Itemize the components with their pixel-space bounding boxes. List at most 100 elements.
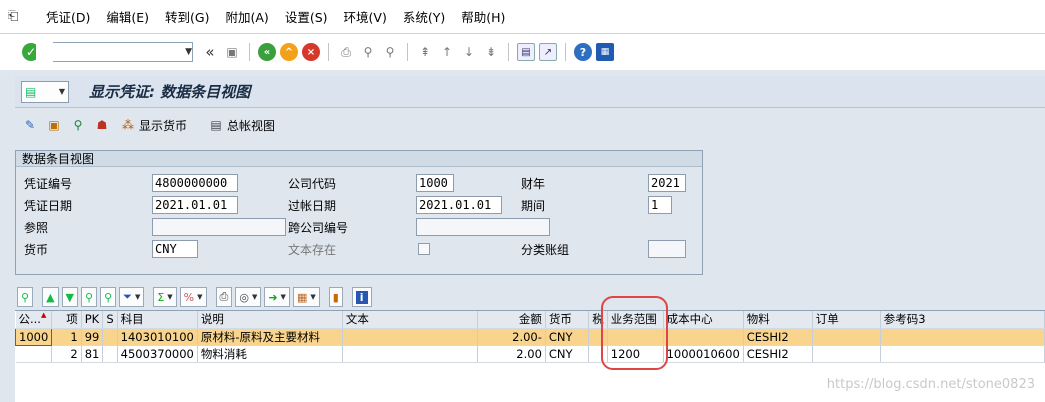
cell-s[interactable] [102, 328, 118, 346]
menu-goto[interactable]: 转到(G) [165, 7, 209, 26]
column-header-text[interactable]: 文本 [342, 311, 478, 329]
column-header-s[interactable]: S [102, 311, 118, 329]
customize-layout-icon[interactable]: ▦ [596, 43, 614, 61]
cell-business-area[interactable] [607, 328, 664, 346]
cell-tax[interactable] [588, 328, 608, 346]
new-session-icon[interactable]: ▤ [517, 43, 535, 61]
doc-date-field[interactable]: 2021.01.01 [152, 196, 238, 214]
doc-number-field[interactable]: 4800000000 [152, 174, 238, 192]
save-icon[interactable]: ▣ [223, 43, 241, 61]
cell-cost-center[interactable]: 1000010600 [663, 345, 744, 363]
column-header-currency[interactable]: 货币 [545, 311, 590, 329]
text-exists-checkbox[interactable] [418, 243, 430, 255]
info-button[interactable]: i [351, 287, 372, 307]
next-page-icon[interactable]: ↓ [460, 43, 478, 61]
column-header-item[interactable]: 项 [51, 311, 82, 329]
cell-amount[interactable]: 2.00- [477, 328, 546, 346]
column-header-ref3[interactable]: 参考码3 [880, 311, 1045, 329]
fiscal-year-field[interactable]: 2021 [648, 174, 686, 192]
cell-cost-center[interactable] [663, 328, 744, 346]
command-input[interactable] [36, 43, 186, 61]
window-menu-icon[interactable]: ⎗ [8, 9, 30, 24]
help-icon[interactable]: ? [574, 43, 592, 61]
command-field[interactable]: ▼ [36, 42, 193, 62]
column-header-company[interactable]: 公...▲ [15, 311, 53, 329]
cell-amount[interactable]: 2.00 [477, 345, 546, 363]
cell-business-area[interactable]: 1200 [607, 345, 664, 363]
display-currency-button[interactable]: ⁂ 显示货币 [119, 116, 187, 134]
last-page-icon[interactable]: ⇟ [482, 43, 500, 61]
company-code-field[interactable]: 1000 [416, 174, 454, 192]
sort-ascending-button[interactable]: ▲ [42, 287, 59, 307]
cell-company[interactable]: 1000 [14, 327, 53, 346]
table-row[interactable]: 1000 1 99 1403010100 原材料-原料及主要材料 2.00- C… [14, 327, 1045, 346]
subtotal-button[interactable]: % ▼ [179, 287, 207, 307]
ledger-group-field[interactable] [648, 240, 686, 258]
find-next-icon[interactable]: ⚲ [381, 43, 399, 61]
print-icon[interactable]: ⎙ [337, 43, 355, 61]
cell-company[interactable] [15, 345, 53, 363]
cell-ref3[interactable] [880, 345, 1045, 363]
cell-pk[interactable]: 81 [81, 345, 104, 363]
column-header-pk[interactable]: PK [81, 311, 104, 329]
cell-pk[interactable]: 99 [81, 328, 104, 346]
filter-button[interactable]: ⏷ ▼ [119, 287, 145, 307]
cell-description[interactable]: 物料消耗 [197, 345, 343, 363]
cross-company-field[interactable] [416, 218, 550, 236]
collapse-icon[interactable]: « [201, 43, 219, 61]
cell-account[interactable]: 4500370000 [117, 345, 198, 363]
document-overview-icon[interactable]: ▣ [45, 116, 63, 134]
export-button[interactable]: ➜ ▼ [264, 287, 290, 307]
hat-icon[interactable]: ☗ [93, 116, 111, 134]
column-header-description[interactable]: 说明 [197, 311, 343, 329]
menu-edit[interactable]: 编辑(E) [106, 7, 149, 26]
cell-account[interactable]: 1403010100 [117, 328, 198, 346]
previous-page-icon[interactable]: ↑ [438, 43, 456, 61]
zoom-icon[interactable]: ⚲ [69, 116, 87, 134]
cell-currency[interactable]: CNY [545, 345, 590, 363]
print-button[interactable]: ⎙ [215, 287, 233, 307]
sort-descending-button[interactable]: ▼ [61, 287, 78, 307]
cell-currency[interactable]: CNY [545, 328, 590, 346]
column-header-order[interactable]: 订单 [812, 311, 881, 329]
posting-date-field[interactable]: 2021.01.01 [416, 196, 502, 214]
layout-button[interactable]: ▦ ▼ [292, 287, 320, 307]
total-button[interactable]: Σ ▼ [153, 287, 177, 307]
menu-system[interactable]: 系统(Y) [403, 7, 445, 26]
column-header-amount[interactable]: 金额 [477, 311, 546, 329]
find-icon[interactable]: ⚲ [359, 43, 377, 61]
column-header-business-area[interactable]: 业务范围 [607, 311, 664, 329]
chevron-down-icon[interactable]: ▼ [185, 47, 192, 57]
menu-help[interactable]: 帮助(H) [461, 7, 505, 26]
shortcut-icon[interactable]: ↗ [539, 43, 557, 61]
menu-environment[interactable]: 环境(V) [344, 7, 387, 26]
menu-settings[interactable]: 设置(S) [285, 7, 328, 26]
reference-field[interactable] [152, 218, 286, 236]
first-page-icon[interactable]: ⇞ [416, 43, 434, 61]
edit-pencil-icon[interactable]: ✎ [21, 116, 39, 134]
column-header-tax[interactable]: 税 [588, 311, 608, 329]
views-button[interactable]: ◎ ▼ [235, 287, 262, 307]
table-row[interactable]: 2 81 4500370000 物料消耗 2.00 CNY 1200 10000… [15, 345, 1045, 363]
menu-extras[interactable]: 附加(A) [226, 7, 269, 26]
system-menu-button[interactable]: ▤ ▼ [21, 80, 69, 103]
cell-description[interactable]: 原材料-原料及主要材料 [197, 328, 343, 346]
cell-ref3[interactable] [880, 328, 1045, 346]
cell-text[interactable] [342, 328, 478, 346]
find-button[interactable]: ⚲ [81, 287, 98, 307]
cell-tax[interactable] [588, 345, 608, 363]
cell-material[interactable]: CESHI2 [743, 345, 813, 363]
period-field[interactable]: 1 [648, 196, 672, 214]
column-header-account[interactable]: 科目 [117, 311, 198, 329]
cell-material[interactable]: CESHI2 [743, 328, 813, 346]
back-icon[interactable]: « [258, 43, 276, 61]
cancel-icon[interactable]: × [302, 43, 320, 61]
column-header-material[interactable]: 物料 [743, 311, 813, 329]
cell-order[interactable] [812, 345, 881, 363]
cell-item[interactable]: 2 [51, 345, 82, 363]
cell-item[interactable]: 1 [51, 328, 82, 346]
graphic-button[interactable]: ▮ [328, 287, 343, 307]
general-ledger-view-button[interactable]: ▤ 总帐视图 [207, 116, 275, 134]
currency-field[interactable]: CNY [152, 240, 198, 258]
cell-order[interactable] [812, 328, 881, 346]
